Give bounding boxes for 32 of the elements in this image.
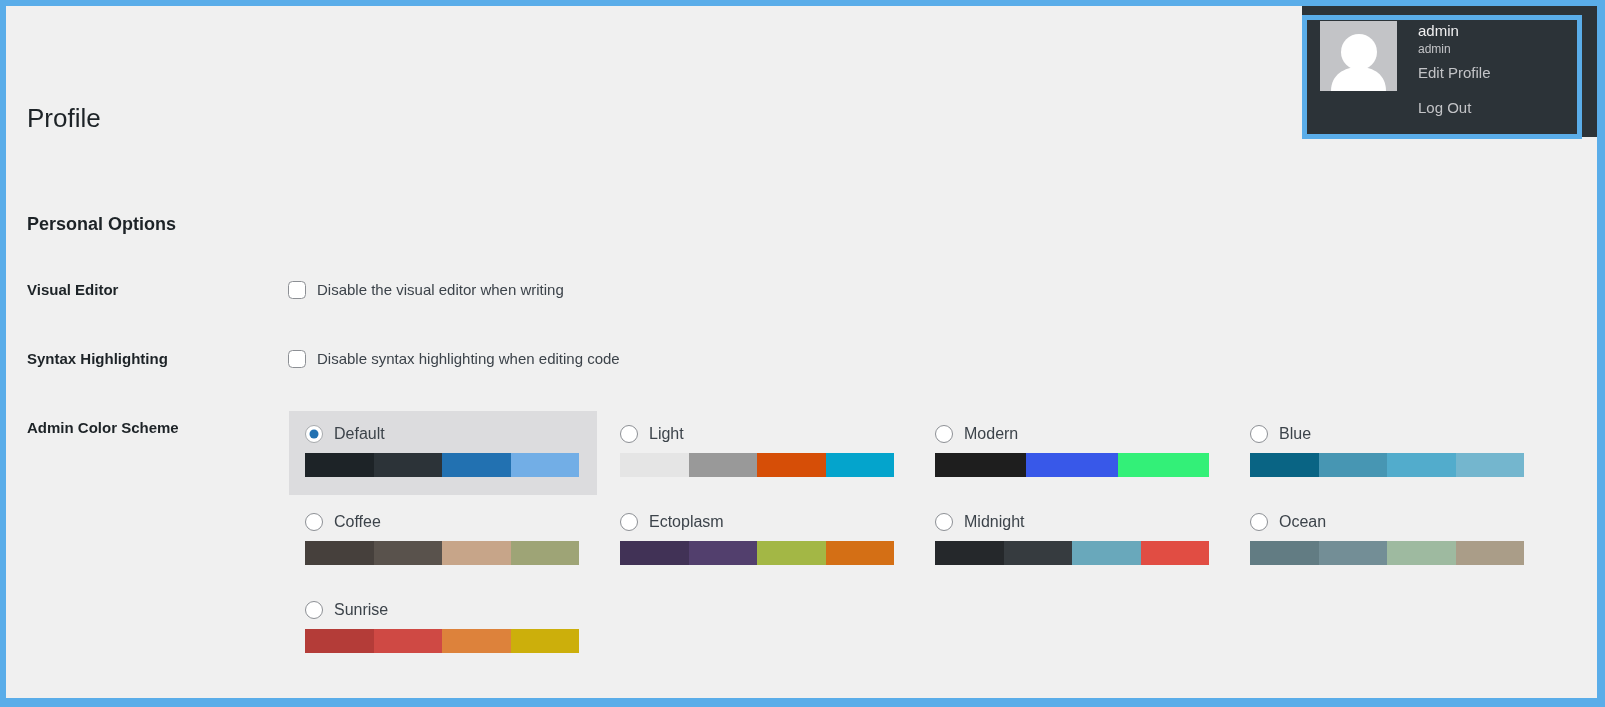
radio-button[interactable] (620, 513, 638, 531)
scheme-name[interactable]: Midnight (964, 513, 1025, 531)
scheme-name[interactable]: Default (334, 425, 385, 443)
radio-button[interactable] (1250, 425, 1268, 443)
checkbox-label[interactable]: Disable the visual editor when writing (317, 280, 564, 300)
scheme-name[interactable]: Ocean (1279, 513, 1327, 531)
radio-button[interactable] (305, 425, 323, 443)
username: admin (1418, 41, 1451, 57)
radio-button[interactable] (935, 425, 953, 443)
scheme-name[interactable]: Coffee (334, 513, 381, 531)
scheme-name[interactable]: Light (649, 425, 684, 443)
radio-button[interactable] (305, 513, 323, 531)
scheme-name[interactable]: Modern (964, 425, 1019, 443)
section-heading: Personal Options (27, 213, 177, 236)
radio-button[interactable] (620, 425, 638, 443)
option-label: Admin Color Scheme (27, 418, 179, 438)
radio-button[interactable] (305, 601, 323, 619)
page-title: Profile (27, 102, 101, 134)
scheme-name[interactable]: Ectoplasm (649, 513, 724, 531)
checkbox-label[interactable]: Disable syntax highlighting when editing code (317, 349, 620, 369)
menu-link[interactable]: Log Out (1418, 98, 1472, 118)
option-label: Syntax Highlighting (27, 349, 168, 369)
option-label: Visual Editor (27, 280, 119, 300)
radio-button[interactable] (1250, 513, 1268, 531)
checkbox[interactable] (288, 350, 306, 368)
avatar-icon (1320, 21, 1397, 91)
menu-link[interactable]: Edit Profile (1418, 63, 1491, 83)
scheme-name[interactable]: Blue (1279, 425, 1312, 443)
radio-button[interactable] (935, 513, 953, 531)
display-name: admin (1418, 22, 1459, 40)
checkbox[interactable] (288, 281, 306, 299)
scheme-name[interactable]: Sunrise (334, 601, 389, 619)
